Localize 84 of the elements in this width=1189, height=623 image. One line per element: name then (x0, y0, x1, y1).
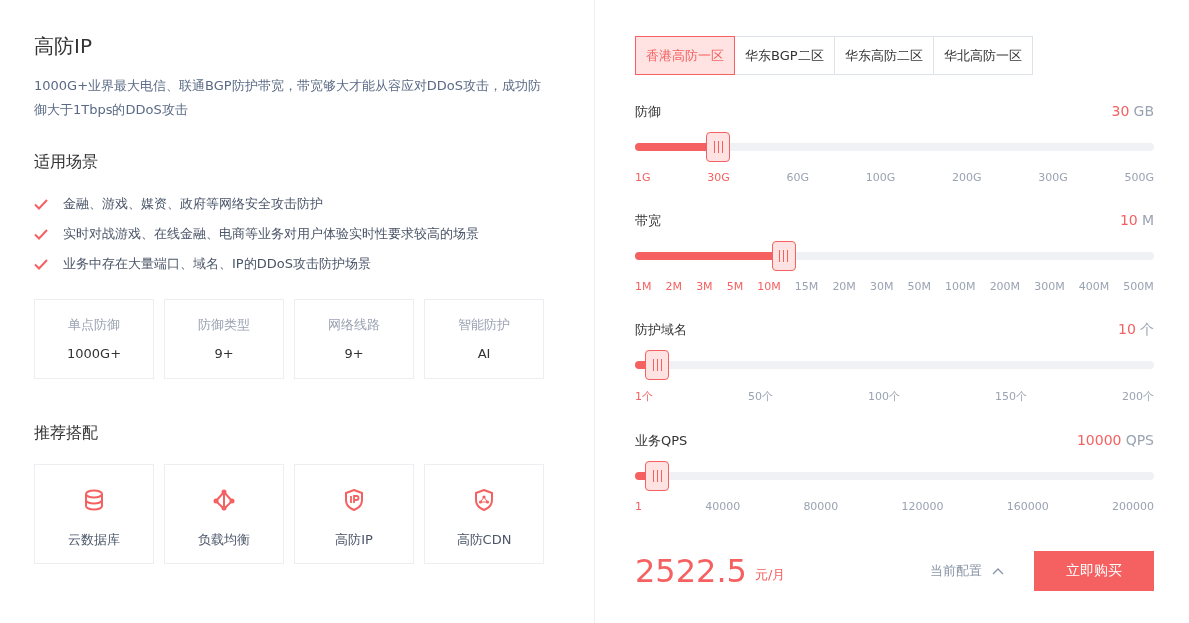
slider[interactable] (635, 461, 1154, 491)
stat-value: 1000G+ (66, 346, 122, 361)
tick-label: 1G (635, 171, 651, 184)
product-description: 1000G+业界最大电信、联通BGP防护带宽，带宽够大才能从容应对DDoS攻击，成功防御大于1Tbps的DDoS攻击 (34, 77, 542, 119)
section-title: 推荐搭配 (34, 423, 99, 444)
product-title: 高防IP (34, 33, 93, 60)
product-card[interactable]: 高防CDN (424, 464, 544, 564)
tick-label: 500G (1124, 171, 1154, 184)
tick-label: 200G (951, 171, 982, 184)
tick-label: 30G (707, 171, 730, 184)
tick-label: 160000 (1006, 500, 1049, 513)
stat-value: 9+ (214, 346, 234, 361)
slider-unit: 个 (1140, 321, 1154, 337)
shield-ip-icon (344, 489, 364, 511)
tick-label: 300G (1038, 171, 1068, 184)
caret-icon (992, 567, 1004, 575)
stat-label: 防御类型 (198, 316, 250, 334)
stat-value: AI (477, 346, 491, 361)
product-card[interactable]: 高防IP (294, 464, 414, 564)
product-card[interactable]: 负载均衡 (164, 464, 284, 564)
scenario-text: 金融、游戏、媒资、政府等网络安全攻击防护 (63, 195, 323, 213)
tick-label: 15M (794, 280, 819, 293)
price-unit: 元/月 (754, 566, 786, 584)
tick-label: 40000 (705, 500, 741, 513)
check-icon (34, 228, 48, 240)
slider-value: 10000 (1076, 432, 1122, 448)
slider-unit: QPS (1125, 432, 1154, 448)
slider-value: 30 (1111, 103, 1130, 119)
section-title: 适用场景 (34, 152, 99, 173)
region-tab[interactable]: 华东BGP二区 (734, 36, 835, 75)
product-card[interactable]: 云数据库 (34, 464, 154, 564)
check-icon (34, 258, 48, 270)
database-icon (84, 489, 104, 511)
tick-label: 50个 (748, 389, 773, 404)
tick-label: 100G (865, 171, 896, 184)
region-tab[interactable]: 华东高防二区 (833, 36, 934, 75)
tick-label: 1M (635, 280, 652, 293)
slider-label: 防护域名 (635, 321, 687, 339)
slider[interactable] (635, 132, 1154, 162)
slider-handle[interactable] (771, 241, 796, 271)
slider-label: 业务QPS (635, 432, 688, 450)
tick-label: 200M (989, 280, 1021, 293)
slider-unit: M (1141, 212, 1154, 228)
tick-label: 10M (757, 280, 781, 293)
tick-label: 1个 (635, 389, 653, 404)
tick-label: 30M (869, 280, 894, 293)
slider-value: 10 (1118, 321, 1136, 337)
slider-label: 带宽 (635, 212, 661, 230)
tick-label: 80000 (803, 500, 839, 513)
slider-handle[interactable] (645, 350, 670, 380)
slider-handle[interactable] (645, 461, 670, 491)
tick-label: 3M (696, 280, 713, 293)
network-nodes-icon (213, 489, 235, 511)
tick-label: 50M (907, 280, 931, 293)
tick-label: 2M (665, 280, 683, 293)
region-tab[interactable]: 华北高防一区 (932, 36, 1033, 75)
tick-label: 60G (786, 171, 809, 184)
tick-label: 150个 (995, 389, 1027, 404)
tick-label: 300M (1034, 280, 1065, 293)
slider-value: 10 (1119, 212, 1138, 228)
tick-label: 120000 (901, 500, 944, 513)
tick-label: 200个 (1122, 389, 1154, 404)
scenario-text: 业务中存在大量端口、域名、IP的DDoS攻击防护场景 (63, 255, 371, 273)
stat-label: 网络线路 (328, 316, 380, 334)
scenario-text: 实时对战游戏、在线金融、电商等业务对用户体验实时性要求较高的场景 (63, 225, 479, 243)
tick-label: 100个 (868, 389, 900, 404)
slider-handle[interactable] (706, 132, 731, 162)
stat-label: 单点防御 (68, 316, 120, 334)
check-icon (34, 198, 48, 210)
tick-label: 5M (726, 280, 744, 293)
tick-label: 100M (945, 280, 976, 293)
tick-label: 500M (1123, 280, 1154, 293)
tick-label: 1 (635, 500, 642, 513)
slider[interactable] (635, 241, 1154, 271)
slider-unit: GB (1133, 103, 1154, 119)
tick-label: 400M (1078, 280, 1110, 293)
tick-label: 200000 (1111, 500, 1154, 513)
shield-share-icon (474, 489, 494, 511)
stat-value: 9+ (344, 346, 364, 361)
price: 2522.5 (635, 552, 747, 590)
slider-label: 防御 (635, 103, 661, 121)
stat-label: 智能防护 (458, 316, 510, 334)
tick-label: 20M (832, 280, 856, 293)
slider[interactable] (635, 350, 1154, 380)
